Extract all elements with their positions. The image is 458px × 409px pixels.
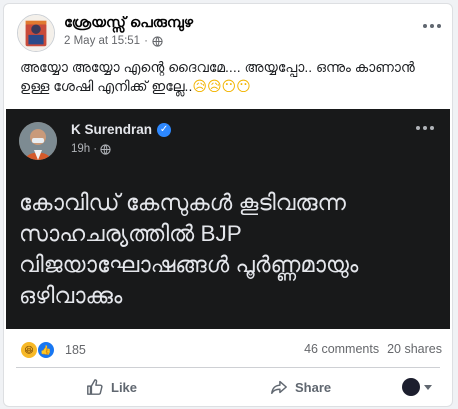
embedded-avatar-image [19, 122, 57, 160]
verified-icon: ✓ [157, 122, 172, 137]
embedded-globe-icon [100, 143, 111, 155]
engagement-counts: 46 comments 20 shares [304, 342, 442, 356]
post-emojis: 😥😥😶😶 [192, 78, 251, 94]
meta-separator: · [144, 35, 148, 47]
dot-icon [430, 24, 434, 28]
embedded-more-icon [416, 126, 434, 130]
post-header: ശ്രേയസ്സ് പെരുമ്പുഴ 2 May at 15:51 · [12, 12, 444, 56]
reactions-summary[interactable]: 😆 👍 185 [20, 341, 86, 359]
embedded-author: K Surendran ✓ [71, 122, 172, 137]
globe-icon [152, 35, 163, 47]
post-text: അയ്യോ അയ്യോ എന്റെ ദൈവമേ.... അയ്യപ്പോ.. ഒ… [20, 58, 440, 96]
like-reaction-icon: 👍 [37, 341, 55, 359]
embedded-screenshot[interactable]: K Surendran ✓ 19h · കോവിഡ് കേസുകൾ കൂടിവര… [6, 109, 450, 329]
post-actions: Like Share [4, 370, 452, 404]
post-card: ശ്രേയസ്സ് പെരുമ്പുഴ 2 May at 15:51 · അയ്… [3, 3, 453, 407]
actions-divider [16, 367, 440, 368]
post-date[interactable]: 2 May at 15:51 [64, 35, 140, 47]
shares-count[interactable]: 20 shares [387, 342, 442, 356]
embedded-separator: · [93, 143, 98, 155]
embedded-time: 19h [71, 143, 91, 155]
more-options-button[interactable] [420, 16, 444, 36]
dot-icon [423, 24, 427, 28]
share-label: Share [295, 379, 332, 395]
share-button[interactable]: Share [270, 370, 331, 404]
comments-count[interactable]: 46 comments [304, 342, 379, 356]
audience-selector[interactable] [402, 378, 432, 396]
embedded-avatar [19, 122, 57, 160]
thumbs-up-icon [87, 379, 103, 395]
like-button[interactable]: Like [86, 370, 137, 404]
haha-glyph: 😆 [24, 345, 34, 355]
like-label: Like [111, 379, 138, 395]
haha-reaction-icon: 😆 [20, 341, 38, 359]
embedded-author-name: K Surendran [71, 122, 153, 137]
avatar-image [18, 15, 54, 51]
dot-icon [437, 24, 441, 28]
author-avatar[interactable] [17, 14, 55, 52]
share-arrow-icon [271, 380, 287, 395]
author-name[interactable]: ശ്രേയസ്സ് പെരുമ്പുഴ [64, 15, 193, 31]
reactions-count: 185 [65, 343, 86, 357]
embedded-meta: 19h · [71, 143, 111, 155]
like-glyph: 👍 [40, 345, 52, 355]
post-meta: 2 May at 15:51 · [64, 35, 163, 47]
chevron-down-icon [424, 384, 432, 390]
viewer-avatar [402, 378, 420, 396]
embedded-text: കോവിഡ് കേസുകൾ കൂടിവരുന്ന സാഹചര്യത്തിൽ BJ… [19, 190, 359, 308]
